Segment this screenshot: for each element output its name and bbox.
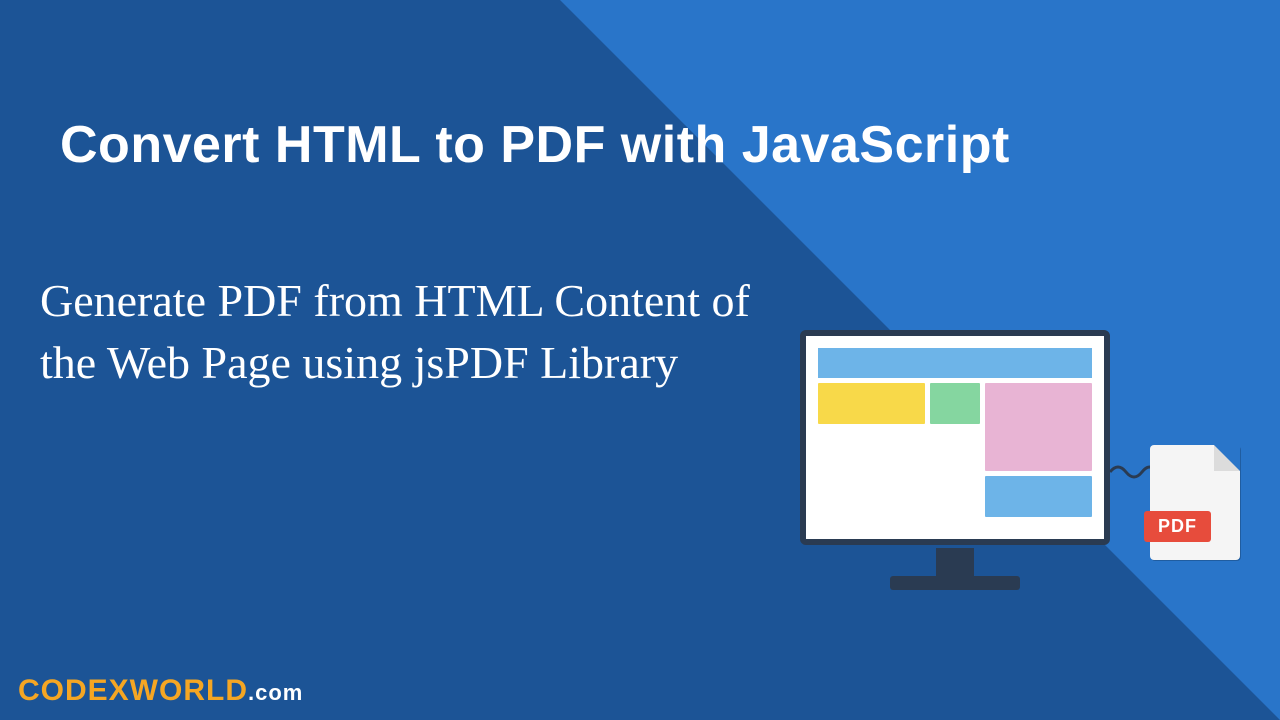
- monitor-icon: [800, 330, 1110, 590]
- pdf-file-icon: PDF: [1150, 445, 1240, 560]
- illustration-group: PDF: [800, 330, 1240, 650]
- monitor-frame: [800, 330, 1110, 545]
- tile: [985, 383, 1092, 471]
- logo-suffix: .com: [248, 680, 303, 705]
- sub-title: Generate PDF from HTML Content of the We…: [40, 270, 780, 394]
- tile: [818, 383, 925, 424]
- tile: [985, 476, 1092, 517]
- screen-content: [818, 348, 1092, 527]
- pdf-badge: PDF: [1144, 511, 1211, 542]
- main-title: Convert HTML to PDF with JavaScript: [60, 115, 1010, 175]
- monitor-base: [890, 576, 1020, 590]
- tile: [930, 383, 981, 424]
- screen-header-bar: [818, 348, 1092, 378]
- logo: CODEXWORLD.com: [18, 674, 303, 708]
- logo-text: CODEXWORLD: [18, 674, 248, 707]
